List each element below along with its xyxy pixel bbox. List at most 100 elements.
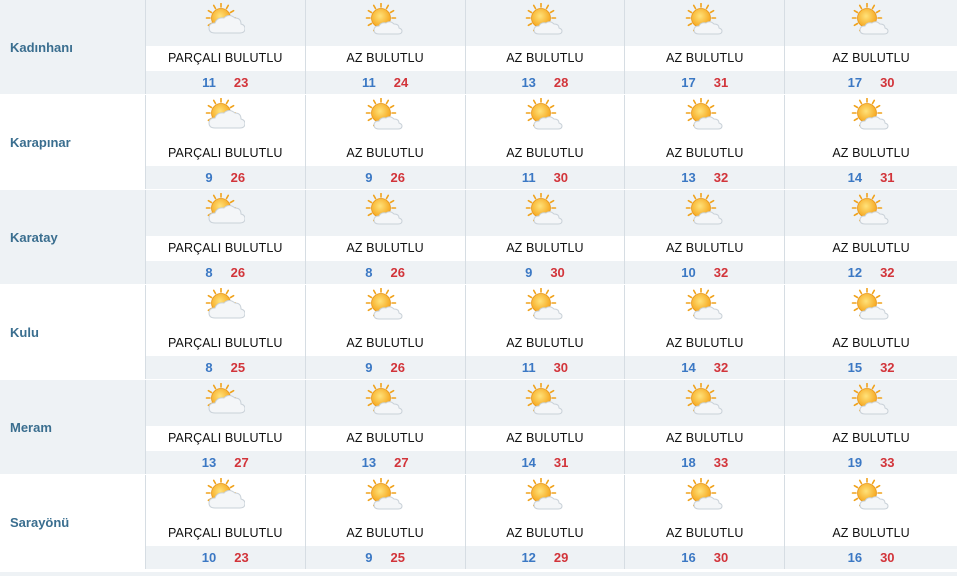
weather-icon-area <box>785 475 957 521</box>
condition-label: AZ BULUTLU <box>625 45 785 72</box>
forecast-day-cell: AZ BULUTLU 14 31 <box>785 95 957 189</box>
city-name[interactable]: Meram <box>0 380 146 474</box>
forecast-day-cell: AZ BULUTLU 18 33 <box>625 380 786 474</box>
max-temperature: 32 <box>880 360 895 376</box>
condition-label: AZ BULUTLU <box>625 140 785 167</box>
condition-label: AZ BULUTLU <box>465 235 625 262</box>
max-temperature: 26 <box>390 170 405 186</box>
mostly-sunny-icon <box>685 192 725 232</box>
mostly-sunny-icon <box>851 2 891 42</box>
max-temperature: 30 <box>553 170 569 186</box>
temperature-range: 10 32 <box>625 261 785 284</box>
forecast-day-cell: AZ BULUTLU 17 30 <box>785 0 957 94</box>
table-row: Meram PARÇALI BULUTLU 13 27 AZ BULUTLU 13 27 AZ… <box>0 380 957 475</box>
max-temperature: 26 <box>230 265 246 281</box>
min-temperature: 9 <box>365 360 373 376</box>
condition-label: AZ BULUTLU <box>785 425 957 452</box>
weather-icon-area <box>145 0 305 46</box>
min-temperature: 11 <box>521 360 536 376</box>
max-temperature: 32 <box>713 265 729 281</box>
condition-label: AZ BULUTLU <box>785 520 957 547</box>
city-name[interactable]: Kadınhanı <box>0 0 146 94</box>
forecast-day-cell: AZ BULUTLU 11 30 <box>465 285 626 379</box>
max-temperature: 31 <box>880 170 895 186</box>
max-temperature: 26 <box>390 360 405 376</box>
min-temperature: 10 <box>201 550 217 566</box>
condition-label: PARÇALI BULUTLU <box>145 520 305 547</box>
mostly-sunny-icon <box>851 192 891 232</box>
temperature-range: 11 30 <box>465 166 625 189</box>
weather-icon-area <box>785 285 957 331</box>
temperature-range: 12 32 <box>785 261 957 284</box>
condition-label: AZ BULUTLU <box>465 45 625 72</box>
max-temperature: 32 <box>713 170 729 186</box>
partly-cloudy-icon <box>205 287 246 327</box>
max-temperature: 31 <box>553 455 569 471</box>
city-name[interactable]: Kulu <box>0 285 146 379</box>
mostly-sunny-icon <box>525 287 565 327</box>
forecast-day-cell: AZ BULUTLU 13 28 <box>465 0 626 94</box>
mostly-sunny-icon <box>525 2 565 42</box>
weather-icon-area <box>465 190 625 236</box>
temperature-range: 8 25 <box>145 356 305 379</box>
temperature-range: 9 26 <box>145 166 305 189</box>
forecast-day-cell: AZ BULUTLU 17 31 <box>625 0 786 94</box>
weather-icon-area <box>145 380 305 426</box>
condition-label: AZ BULUTLU <box>785 45 957 72</box>
min-temperature: 10 <box>681 265 696 281</box>
min-temperature: 9 <box>525 265 533 281</box>
max-temperature: 23 <box>233 75 249 91</box>
weather-icon-area <box>305 190 465 236</box>
table-row: Kulu PARÇALI BULUTLU 8 25 AZ BULUTLU 9 26 AZ BU… <box>0 285 957 380</box>
min-temperature: 17 <box>847 75 863 91</box>
forecast-day-cell: AZ BULUTLU 11 24 <box>305 0 466 94</box>
weather-icon-area <box>145 190 305 236</box>
max-temperature: 29 <box>553 550 569 566</box>
temperature-range: 14 31 <box>785 166 957 189</box>
partly-cloudy-icon <box>205 2 246 42</box>
min-temperature: 12 <box>521 550 536 566</box>
partly-cloudy-icon <box>205 97 246 137</box>
forecast-day-cell: AZ BULUTLU 9 26 <box>305 95 466 189</box>
forecast-day-cell: AZ BULUTLU 12 29 <box>465 475 626 569</box>
city-name[interactable]: Sarayönü <box>0 475 146 569</box>
mostly-sunny-icon <box>685 97 725 137</box>
table-row: Karapınar PARÇALI BULUTLU 9 26 AZ BULUTLU 9 26… <box>0 95 957 190</box>
condition-label: AZ BULUTLU <box>305 330 465 357</box>
condition-label: PARÇALI BULUTLU <box>145 45 305 72</box>
forecast-day-cell: PARÇALI BULUTLU 13 27 <box>145 380 306 474</box>
temperature-range: 17 30 <box>785 71 957 94</box>
max-temperature: 30 <box>553 360 569 376</box>
weather-icon-area <box>465 0 625 46</box>
mostly-sunny-icon <box>851 97 891 137</box>
min-temperature: 18 <box>681 455 696 471</box>
mostly-sunny-icon <box>525 382 565 422</box>
table-row: Kadınhanı PARÇALI BULUTLU 11 23 AZ BULUTLU 11… <box>0 0 957 95</box>
forecast-day-cell: PARÇALI BULUTLU 9 26 <box>145 95 306 189</box>
temperature-range: 18 33 <box>625 451 785 474</box>
condition-label: AZ BULUTLU <box>625 425 785 452</box>
min-temperature: 11 <box>521 170 536 186</box>
weather-icon-area <box>305 95 465 141</box>
mostly-sunny-icon <box>851 477 891 517</box>
temperature-range: 13 28 <box>465 71 625 94</box>
forecast-day-cell: PARÇALI BULUTLU 8 26 <box>145 190 306 284</box>
partly-cloudy-icon <box>205 382 246 422</box>
forecast-day-cell: PARÇALI BULUTLU 10 23 <box>145 475 306 569</box>
min-temperature: 8 <box>205 360 213 376</box>
temperature-range: 16 30 <box>785 546 957 569</box>
mostly-sunny-icon <box>685 477 725 517</box>
city-name[interactable]: Karatay <box>0 190 146 284</box>
weather-icon-area <box>465 95 625 141</box>
min-temperature: 14 <box>681 360 696 376</box>
max-temperature: 32 <box>713 360 729 376</box>
mostly-sunny-icon <box>365 97 405 137</box>
forecast-day-cell: AZ BULUTLU 8 26 <box>305 190 466 284</box>
temperature-range: 11 30 <box>465 356 625 379</box>
city-name[interactable]: Karapınar <box>0 95 146 189</box>
condition-label: PARÇALI BULUTLU <box>145 330 305 357</box>
mostly-sunny-icon <box>525 192 565 232</box>
mostly-sunny-icon <box>365 477 405 517</box>
condition-label: AZ BULUTLU <box>305 235 465 262</box>
partly-cloudy-icon <box>205 192 246 232</box>
